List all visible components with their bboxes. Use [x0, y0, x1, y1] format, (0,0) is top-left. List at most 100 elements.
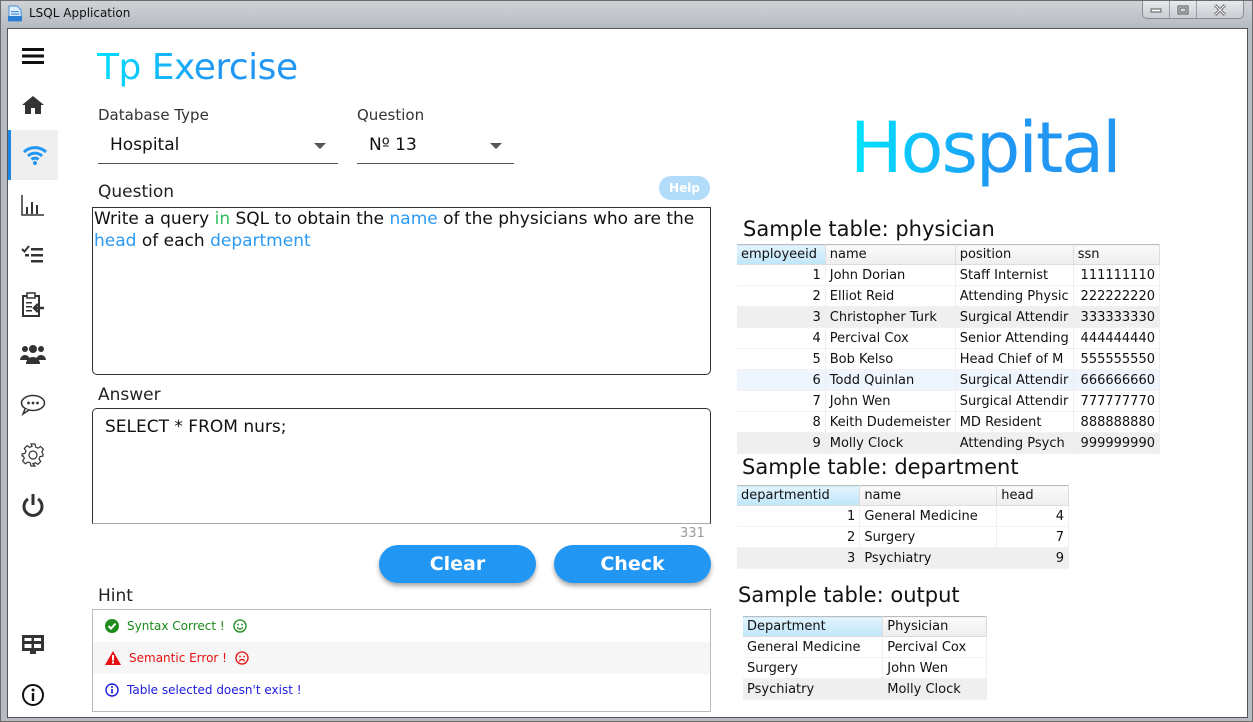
- sidebar-item-exercises[interactable]: [8, 229, 58, 279]
- table-row[interactable]: 8 Keith Dudemeister MD Resident 888888880: [737, 411, 1161, 433]
- table-cell: 9: [737, 432, 826, 454]
- table-cell: 9: [996, 547, 1069, 569]
- question-text-part: of each: [136, 231, 211, 251]
- column-header[interactable]: name: [825, 244, 956, 265]
- table-row[interactable]: 1 General Medicine 4: [737, 505, 1069, 527]
- table-cell: 3: [737, 547, 861, 569]
- table-cell: 4: [737, 327, 826, 349]
- table-cell: Psychiatry: [743, 678, 884, 700]
- bar-chart-icon: [21, 195, 44, 216]
- sidebar-item-settings[interactable]: [8, 430, 58, 480]
- table-cell: 6: [737, 369, 826, 391]
- check-button[interactable]: Check: [554, 545, 711, 583]
- column-header[interactable]: ssn: [1073, 244, 1161, 265]
- chevron-down-icon: [490, 143, 502, 149]
- question-text-part: Write a query: [94, 209, 215, 229]
- database-type-select[interactable]: Hospital: [98, 128, 338, 164]
- table-cell: Percival Cox: [825, 327, 956, 349]
- table-row[interactable]: 3 Psychiatry 9: [737, 547, 1069, 569]
- keyword-department: department: [210, 231, 311, 251]
- checklist-icon: [21, 245, 43, 263]
- keyword-in: in: [214, 209, 231, 229]
- column-header[interactable]: position: [955, 244, 1074, 265]
- table-row[interactable]: Psychiatry Molly Clock: [743, 678, 987, 700]
- table-row[interactable]: General Medicine Percival Cox: [743, 636, 987, 658]
- menu-icon: [22, 48, 44, 64]
- sidebar-item-chat[interactable]: [8, 380, 58, 430]
- table-cell: Surgical Attendir: [955, 390, 1074, 412]
- column-header[interactable]: employeeid: [737, 244, 826, 265]
- table-row[interactable]: Surgery John Wen: [743, 657, 987, 679]
- chevron-down-icon: [314, 143, 326, 149]
- column-header[interactable]: Physician: [882, 616, 987, 637]
- column-header[interactable]: departmentid: [737, 485, 861, 506]
- table-row[interactable]: 4 Percival Cox Senior Attending 444444440: [737, 327, 1161, 349]
- title-bar[interactable]: LSQL Application: [1, 1, 1252, 27]
- table-cell: General Medicine: [859, 505, 998, 527]
- question-text-part: SQL to obtain the: [230, 209, 390, 229]
- table-row[interactable]: 3 Christopher Turk Surgical Attendir 333333…: [737, 306, 1161, 328]
- minimize-button[interactable]: [1143, 1, 1170, 18]
- hint-label: Hint: [98, 586, 133, 606]
- table-row[interactable]: 5 Bob Kelso Head Chief of M 555555550: [737, 348, 1161, 370]
- table-cell: 4: [996, 505, 1069, 527]
- close-icon: [1213, 3, 1227, 16]
- table-cell: 333333330: [1073, 306, 1161, 328]
- hint-item-table: Table selected doesn't exist !: [93, 674, 710, 706]
- table-cell: 222222220: [1073, 285, 1161, 307]
- table-cell: Percival Cox: [882, 636, 987, 658]
- client-area: Tp Exercise Database Type Hospital Quest…: [7, 28, 1248, 718]
- sidebar-item-statistics[interactable]: [8, 180, 58, 230]
- table-row[interactable]: 1 John Dorian Staff Internist 111111110: [737, 264, 1161, 286]
- table-cell: Surgery: [743, 657, 884, 679]
- table-cell: Christopher Turk: [825, 306, 956, 328]
- table-cell: 555555550: [1073, 348, 1161, 370]
- clear-button[interactable]: Clear: [379, 545, 536, 583]
- table-cell: 1: [737, 264, 826, 286]
- table-row[interactable]: 2 Elliot Reid Attending Physic 222222220: [737, 285, 1161, 307]
- sidebar-item-connection[interactable]: [8, 130, 58, 180]
- close-button[interactable]: [1197, 1, 1243, 18]
- table-row[interactable]: 9 Molly Clock Attending Psych 999999990: [737, 432, 1161, 454]
- dashboard-icon: [22, 635, 44, 654]
- hint-text: Syntax Correct !: [127, 619, 225, 633]
- table-row[interactable]: 7 John Wen Surgical Attendir 777777770: [737, 390, 1161, 412]
- answer-textarea[interactable]: SELECT * FROM nurs;: [92, 408, 711, 524]
- sidebar-item-users[interactable]: [8, 329, 58, 379]
- table-cell: Molly Clock: [882, 678, 987, 700]
- table-cell: Keith Dudemeister: [825, 411, 956, 433]
- help-button[interactable]: Help: [659, 176, 710, 200]
- wifi-icon: [22, 146, 47, 165]
- table-cell: John Dorian: [825, 264, 956, 286]
- physician-table: employeeid name position ssn 1 John Doria…: [737, 244, 1161, 454]
- table-cell: 2: [737, 526, 861, 548]
- table-row[interactable]: 6 Todd Quinlan Surgical Attendir 666666660: [737, 369, 1161, 391]
- table-cell: Psychiatry: [859, 547, 998, 569]
- maximize-button[interactable]: [1170, 1, 1197, 18]
- table-cell: 5: [737, 348, 826, 370]
- sidebar-item-home[interactable]: [8, 80, 58, 130]
- sidebar-item-dashboard[interactable]: [8, 620, 58, 670]
- table-row[interactable]: 2 Surgery 7: [737, 526, 1069, 548]
- sidebar-item-import[interactable]: [8, 280, 58, 330]
- hint-item-semantic: Semantic Error !: [93, 642, 710, 674]
- column-header[interactable]: Department: [743, 616, 884, 637]
- table-cell: Attending Physic: [955, 285, 1074, 307]
- table-cell: 888888880: [1073, 411, 1161, 433]
- sidebar-item-about[interactable]: [8, 670, 58, 720]
- question-label: Question: [98, 182, 175, 202]
- question-text: Write a query in SQL to obtain the name …: [92, 207, 711, 375]
- sidebar-menu-button[interactable]: [8, 31, 58, 81]
- column-header[interactable]: head: [996, 485, 1069, 506]
- window-controls: [1142, 1, 1244, 19]
- question-number-select[interactable]: Nº 13: [357, 128, 514, 164]
- home-icon: [22, 96, 44, 114]
- sidebar-item-logout[interactable]: [8, 480, 58, 530]
- table-cell: 444444440: [1073, 327, 1161, 349]
- warning-icon: [105, 651, 121, 665]
- table-cell: Molly Clock: [825, 432, 956, 454]
- users-icon: [20, 345, 46, 364]
- column-header[interactable]: name: [859, 485, 998, 506]
- department-table-title: Sample table: department: [742, 455, 1019, 479]
- keyword-head: head: [94, 231, 137, 251]
